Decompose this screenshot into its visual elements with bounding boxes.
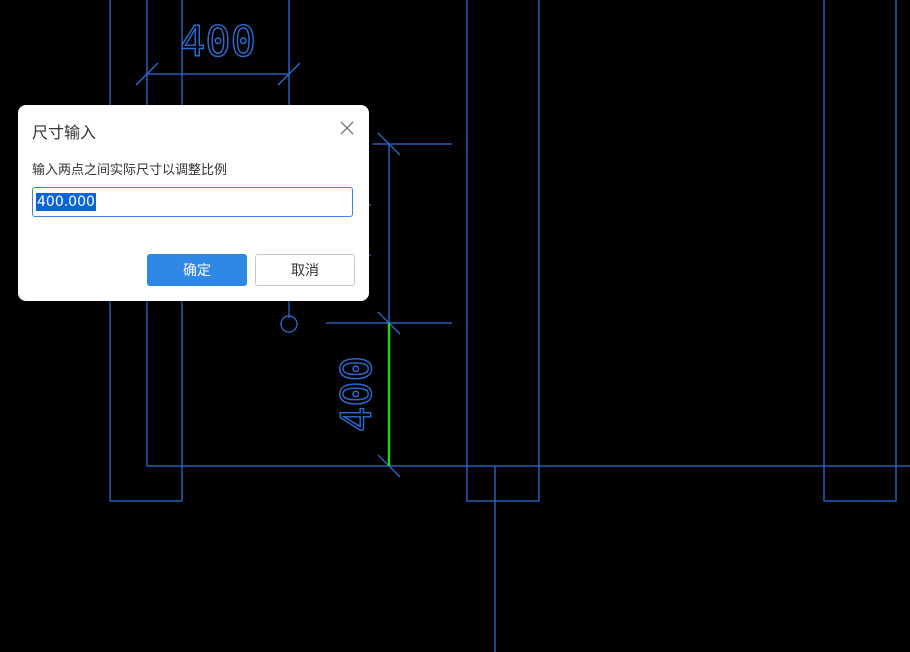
dimension-input-dialog: 尺寸输入 输入两点之间实际尺寸以调整比例 400.000 确定 取消 — [18, 105, 369, 301]
dimension-input[interactable]: 400.000 — [32, 187, 353, 217]
close-icon[interactable] — [339, 120, 355, 136]
right-column-outline — [823, 0, 897, 502]
dialog-prompt: 输入两点之间实际尺寸以调整比例 — [32, 163, 228, 178]
dimension-input-value: 400.000 — [36, 193, 96, 211]
cad-drawing: 400 400 — [109, 0, 910, 652]
middle-column-outline — [466, 0, 540, 502]
dialog-title: 尺寸输入 — [32, 123, 97, 142]
side-dimension-label: 400 — [332, 356, 381, 432]
cad-circle-marker — [280, 315, 298, 333]
top-dimension-label: 400 — [180, 17, 256, 66]
cancel-button[interactable]: 取消 — [255, 254, 355, 286]
ok-button[interactable]: 确定 — [147, 254, 247, 286]
cad-drawing-canvas[interactable]: 400 400 — [0, 0, 910, 652]
